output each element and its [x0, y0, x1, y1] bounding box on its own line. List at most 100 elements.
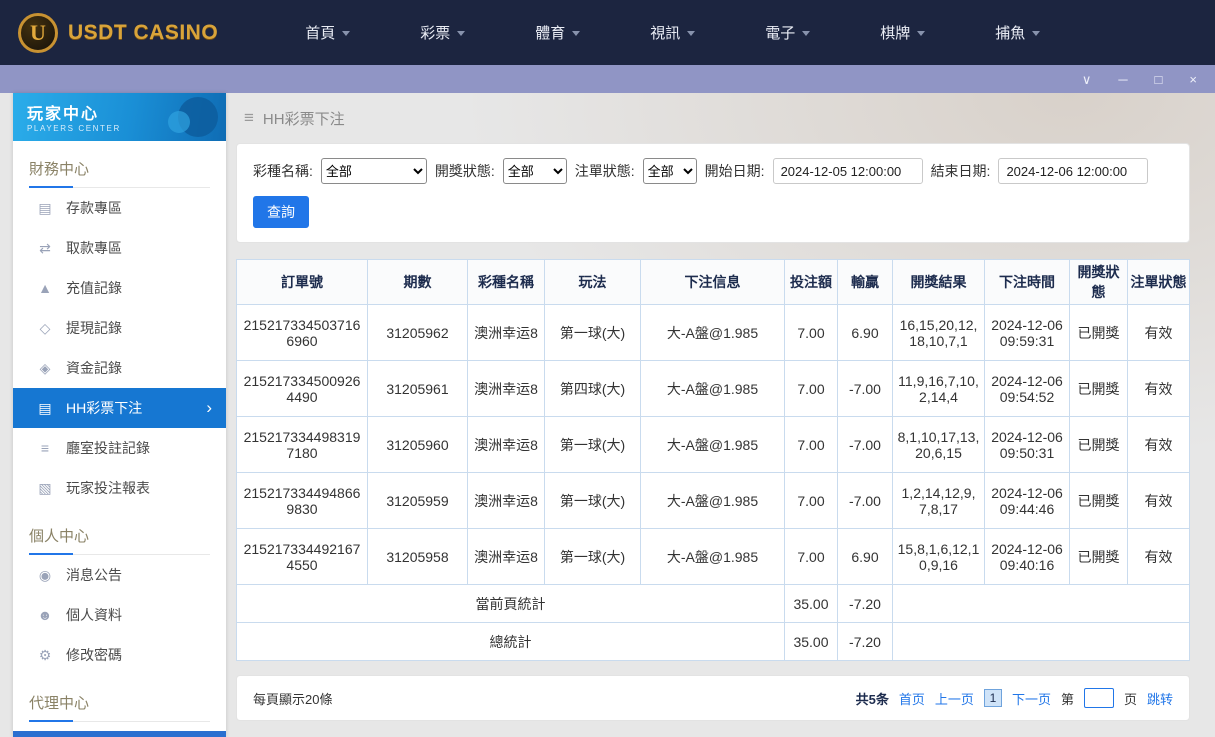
nav-item-1[interactable]: 首頁	[270, 0, 385, 65]
workspace: 玩家中心 PLAYERS CENTER 財務中心▤存款專區›⇄取款專區›▲充值記…	[0, 93, 1215, 737]
order-status-label: 注單狀態:	[574, 163, 635, 179]
sidebar-item-change-password[interactable]: ⚙修改密碼›	[13, 635, 226, 675]
sidebar-item-withdraw[interactable]: ⇄取款專區›	[13, 228, 226, 268]
page-title: HH彩票下注	[262, 110, 345, 128]
window-collapse-icon[interactable]: ∨	[1082, 73, 1092, 86]
sidebar-item-recharge-record[interactable]: ▲充值記錄›	[13, 268, 226, 308]
sidebar-item-label: 存款專區	[66, 200, 122, 216]
nav-item-6[interactable]: 棋牌	[845, 0, 960, 65]
window-close-button[interactable]: ×	[1189, 73, 1197, 86]
hamburger-menu-icon[interactable]: ≡	[244, 108, 254, 128]
cell-10: 有效	[1127, 360, 1190, 417]
nav-item-label: 視訊	[650, 25, 681, 42]
sidebar-bottom-strip	[13, 731, 226, 737]
start-date-input[interactable]	[772, 158, 923, 184]
table-row: 2152173344983197180 31205960 澳洲幸运8 第一球(大) 大-…	[236, 416, 1190, 473]
jump-action-link[interactable]: 跳转	[1147, 689, 1173, 708]
nav-item-label: 棋牌	[880, 25, 911, 42]
draw-status-label: 開獎狀態:	[434, 163, 495, 179]
table-row: 2152173344921674550 31205958 澳洲幸运8 第一球(大) 大-…	[236, 528, 1190, 585]
cell-5: 7.00	[784, 416, 838, 473]
query-button[interactable]: 查詢	[253, 196, 309, 228]
funds-record-icon: ◈	[39, 359, 51, 376]
cell-1: 31205960	[367, 416, 468, 473]
pagination-prev-link[interactable]: 上一页	[935, 689, 974, 708]
nav-item-label: 首頁	[305, 25, 336, 42]
cell-0: 2152173345009264490	[236, 360, 368, 417]
cell-3: 第四球(大)	[544, 360, 641, 417]
column-header-0: 訂單號	[236, 259, 368, 305]
hall-bet-record-icon: ≡	[40, 440, 50, 456]
sidebar-item-player-bet-report[interactable]: ▧玩家投注報表›	[13, 468, 226, 508]
summary-row: 總統計 35.00 -7.20	[236, 622, 1190, 661]
cell-1: 31205962	[367, 304, 468, 361]
cell-10: 有效	[1127, 416, 1190, 473]
lottery-name-select[interactable]: 全部	[320, 158, 427, 184]
nav-item-5[interactable]: 電子	[730, 0, 845, 65]
announcement-bell-icon: ◉	[38, 566, 52, 583]
jump-prefix-label: 第	[1060, 691, 1074, 707]
nav-item-4[interactable]: 視訊	[615, 0, 730, 65]
cell-4: 大-A盤@1.985	[640, 528, 785, 585]
breadcrumb: ≡ HH彩票下注	[236, 93, 1190, 143]
cell-5: 7.00	[784, 304, 838, 361]
cell-5: 7.00	[784, 528, 838, 585]
sidebar-item-hall-bet-record[interactable]: ≡廳室投註記錄›	[13, 428, 226, 468]
nav-item-label: 捕魚	[995, 25, 1026, 42]
sidebar-item-withdrawal-record[interactable]: ◇提現記錄›	[13, 308, 226, 348]
sidebar-item-funds-record[interactable]: ◈資金記錄›	[13, 348, 226, 388]
sidebar-item-label: 玩家投注報表	[66, 480, 150, 496]
order-status-select[interactable]: 全部	[642, 158, 697, 184]
recharge-record-icon: ▲	[38, 280, 52, 296]
cell-7: 11,9,16,7,10,2,14,4	[892, 360, 985, 417]
window-maximize-button[interactable]: □	[1155, 73, 1163, 86]
column-header-1: 期數	[367, 259, 468, 305]
summary-winloss-total: -7.20	[837, 584, 893, 623]
cell-10: 有效	[1127, 472, 1190, 529]
bet-table-panel: 訂單號 期數 彩種名稱 玩法 下注信息 投注額 輸贏 開獎結果 下注時間 開獎狀態 注單狀態 2152…	[236, 259, 1190, 661]
table-row: 2152173345009264490 31205961 澳洲幸运8 第四球(大) 大-…	[236, 360, 1190, 417]
sidebar-item-announcements[interactable]: ◉消息公告›	[13, 555, 226, 595]
jump-suffix-label: 页	[1123, 691, 1137, 707]
cell-7: 1,2,14,12,9,7,8,17	[892, 472, 985, 529]
window-titlebar: ∨ ─ □ ×	[0, 65, 1215, 93]
column-header-5: 投注額	[784, 259, 838, 305]
nav-item-label: 體育	[535, 25, 566, 42]
site-logo[interactable]: U USDT CASINO	[18, 12, 218, 53]
nav-item-3[interactable]: 體育	[500, 0, 615, 65]
pager: 共5条 首页 上一页 1 下一页 第 页 跳转	[856, 688, 1173, 708]
sidebar-item-label: 充值記錄	[66, 280, 122, 296]
sidebar-item-hh-lottery-bet[interactable]: ▤ HH彩票下注 ›	[13, 388, 226, 428]
header-decoration-circle-icon	[168, 111, 190, 133]
sidebar-section-title: 代理中心	[29, 685, 210, 722]
chevron-down-icon	[1032, 31, 1041, 36]
column-header-10: 注單狀態	[1127, 259, 1190, 305]
sidebar-item-deposit[interactable]: ▤存款專區›	[13, 188, 226, 228]
pagination-next-link[interactable]: 下一页	[1012, 689, 1051, 708]
cell-1: 31205959	[367, 472, 468, 529]
players-center-header: 玩家中心 PLAYERS CENTER	[13, 93, 226, 141]
cell-9: 已開獎	[1069, 472, 1128, 529]
chevron-down-icon	[457, 31, 466, 36]
pagination-first-link[interactable]: 首页	[899, 689, 925, 708]
total-count-text: 共5条	[855, 691, 889, 707]
end-date-input[interactable]	[998, 158, 1149, 184]
chevron-right-icon: ›	[206, 398, 212, 417]
lottery-bet-icon: ▤	[38, 399, 52, 416]
window-minimize-button[interactable]: ─	[1118, 73, 1127, 86]
cell-1: 31205958	[367, 528, 468, 585]
cell-8: 2024-12-06 09:54:52	[984, 360, 1070, 417]
pagination-bar: 每頁顯示20條 共5条 首页 上一页 1 下一页 第 页 跳转	[236, 675, 1190, 721]
pagination-current-page[interactable]: 1	[983, 689, 1002, 707]
bet-records-table: 訂單號 期數 彩種名稱 玩法 下注信息 投注額 輸贏 開獎結果 下注時間 開獎狀態 注單狀態 2152…	[236, 259, 1190, 661]
cell-2: 澳洲幸运8	[467, 528, 545, 585]
nav-item-2[interactable]: 彩票	[385, 0, 500, 65]
cell-4: 大-A盤@1.985	[640, 360, 785, 417]
draw-status-select[interactable]: 全部	[502, 158, 567, 184]
nav-item-7[interactable]: 捕魚	[960, 0, 1075, 65]
profile-person-icon: ☻	[37, 607, 53, 623]
summary-bet-total: 35.00	[784, 622, 838, 661]
sidebar-item-profile[interactable]: ☻個人資料›	[13, 595, 226, 635]
chevron-down-icon	[342, 31, 351, 36]
page-jump-input[interactable]	[1083, 688, 1114, 708]
